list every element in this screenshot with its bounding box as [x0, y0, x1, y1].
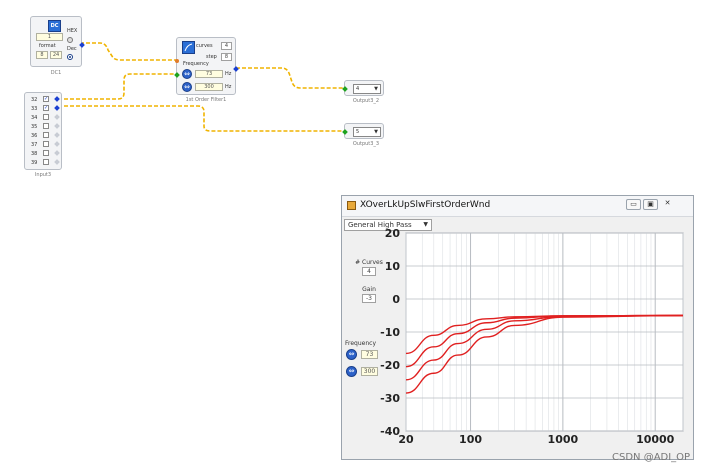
input-channel-checkbox[interactable] [43, 132, 49, 138]
y-tick-label: 10 [385, 260, 401, 273]
dc-caption: DC1 [50, 70, 62, 76]
input-channel-checkbox[interactable]: ✓ [43, 96, 49, 102]
input-block[interactable]: 32 ✓ 33 ✓ 34 35 36 37 38 39 [24, 92, 62, 170]
input-channel-label: 37 [31, 142, 38, 148]
y-tick-label: -10 [380, 326, 400, 339]
input-channel-label: 38 [31, 151, 38, 157]
filter-frequency-label: Frequency [183, 61, 209, 67]
input-channel-label: 32 [31, 97, 38, 103]
input-channel-pin[interactable] [54, 114, 60, 120]
input-channel-checkbox[interactable]: ✓ [43, 105, 49, 111]
output3-block[interactable]: 5 ▼ [342, 123, 384, 139]
filter-caption: 1st Order Filter1 [185, 97, 227, 103]
input-channel-pin[interactable] [54, 150, 60, 156]
step-label: step [206, 54, 217, 60]
input-channel-label: 39 [31, 160, 38, 166]
input-channel-label: 36 [31, 133, 38, 139]
chevron-down-icon: ▼ [374, 86, 378, 92]
chevron-down-icon: ▼ [374, 129, 378, 135]
wire-input33-to-output3 [58, 105, 344, 132]
y-tick-label: -40 [380, 425, 400, 438]
output2-dropdown[interactable]: 4 ▼ [353, 84, 381, 94]
x-tick-label: 10000 [636, 433, 675, 446]
dec-label: Dec [67, 46, 77, 52]
input-channel-label: 33 [31, 106, 38, 112]
format-label: format [39, 43, 56, 49]
input-channel-label: 34 [31, 115, 38, 121]
freq2-unit: Hz [225, 84, 232, 90]
input-channel-pin[interactable] [54, 159, 60, 165]
dc-block[interactable]: DC 1 format 8 24 HEX Dec [30, 16, 85, 67]
x-tick-label: 100 [459, 433, 482, 446]
curves-field[interactable]: 4 [221, 42, 232, 50]
input-channel-checkbox[interactable] [43, 159, 49, 165]
input-channel-pin[interactable] [54, 141, 60, 147]
freq2-icon[interactable]: ⇔ [182, 82, 192, 92]
output2-caption: Output3_2 [352, 98, 380, 104]
filter-block[interactable]: curves 4 step 8 Frequency ⇔ 73 Hz ⇔ 300 … [174, 37, 239, 95]
input-channel-pin[interactable] [54, 132, 60, 138]
filter-window[interactable]: XOverLkUpSlwFirstOrderWnd ▭ ▣ ✕ General … [341, 195, 694, 460]
input-channel-pin[interactable] [54, 123, 60, 129]
output3-input-pin[interactable] [342, 129, 348, 135]
frequency-response-chart: 20100-10-20-30-4020 100 1000 10000 [380, 227, 684, 446]
hex-radio[interactable] [67, 37, 73, 43]
input-channel-checkbox[interactable] [43, 150, 49, 156]
filter-icon [182, 41, 195, 54]
output3-dropdown[interactable]: 5 ▼ [353, 127, 381, 137]
step-field[interactable]: 8 [221, 53, 232, 61]
x-tick-label: 1000 [548, 433, 579, 446]
y-tick-label: 0 [392, 293, 400, 306]
input-channel-pin[interactable] [54, 105, 60, 111]
y-tick-label: -30 [380, 392, 400, 405]
output3-value: 5 [356, 129, 360, 135]
freq1-unit: Hz [225, 71, 232, 77]
wire-input32-to-filter [58, 73, 176, 100]
output2-value: 4 [356, 86, 360, 92]
y-tick-label: 20 [385, 227, 401, 240]
dec-radio[interactable] [67, 54, 73, 60]
freq2-field[interactable]: 300 [195, 83, 223, 91]
freq1-field[interactable]: 73 [195, 70, 223, 78]
curves-label: curves [196, 43, 213, 49]
input-caption: Input3 [34, 172, 52, 178]
input-channel-pin[interactable] [54, 96, 60, 102]
dc-icon: DC [48, 20, 61, 32]
wire-filter-to-output2 [236, 67, 344, 89]
hex-label: HEX [67, 28, 78, 34]
output3-caption: Output3_3 [352, 141, 380, 147]
filter-input-pin-2[interactable] [174, 72, 180, 78]
y-tick-label: -20 [380, 359, 400, 372]
input-channel-checkbox[interactable] [43, 141, 49, 147]
output2-input-pin[interactable] [342, 86, 348, 92]
input-channel-checkbox[interactable] [43, 123, 49, 129]
filter-input-pin-1[interactable] [175, 59, 179, 63]
watermark: CSDN @ADI_OP [612, 452, 691, 463]
input-channel-checkbox[interactable] [43, 114, 49, 120]
dc-value-field[interactable]: 1 [36, 33, 63, 41]
format-field-1[interactable]: 8 [36, 51, 48, 59]
format-field-2[interactable]: 24 [50, 51, 62, 59]
output2-block[interactable]: 4 ▼ [342, 80, 384, 96]
input-channel-label: 35 [31, 124, 38, 130]
x-tick-label: 20 [398, 433, 414, 446]
freq1-icon[interactable]: ⇔ [182, 69, 192, 79]
